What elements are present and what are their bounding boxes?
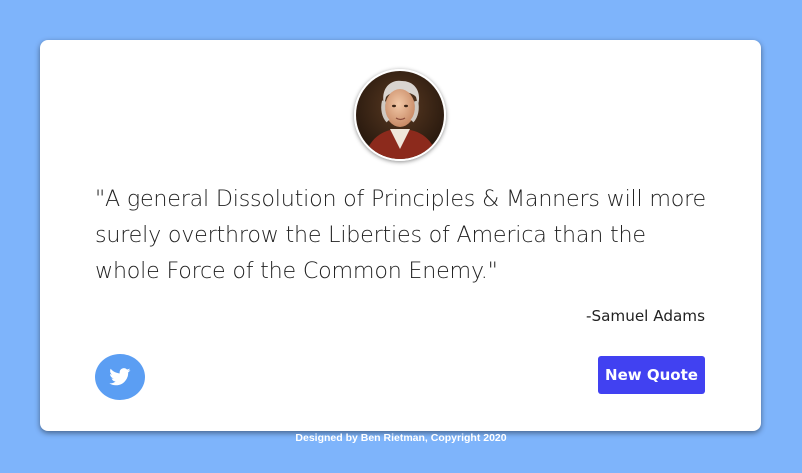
footer-credit: Designed by Ben Rietman, Copyright 2020 [295,432,507,444]
author-portrait [354,69,446,161]
twitter-icon [109,368,131,386]
quote-author: -Samuel Adams [585,307,705,325]
tweet-quote-button[interactable] [95,354,145,400]
portrait-image [356,71,444,159]
new-quote-button[interactable]: New Quote [598,356,705,394]
quote-text: "A general Dissolution of Principles & M… [95,186,706,284]
quote-card: "A general Dissolution of Principles & M… [40,40,761,431]
